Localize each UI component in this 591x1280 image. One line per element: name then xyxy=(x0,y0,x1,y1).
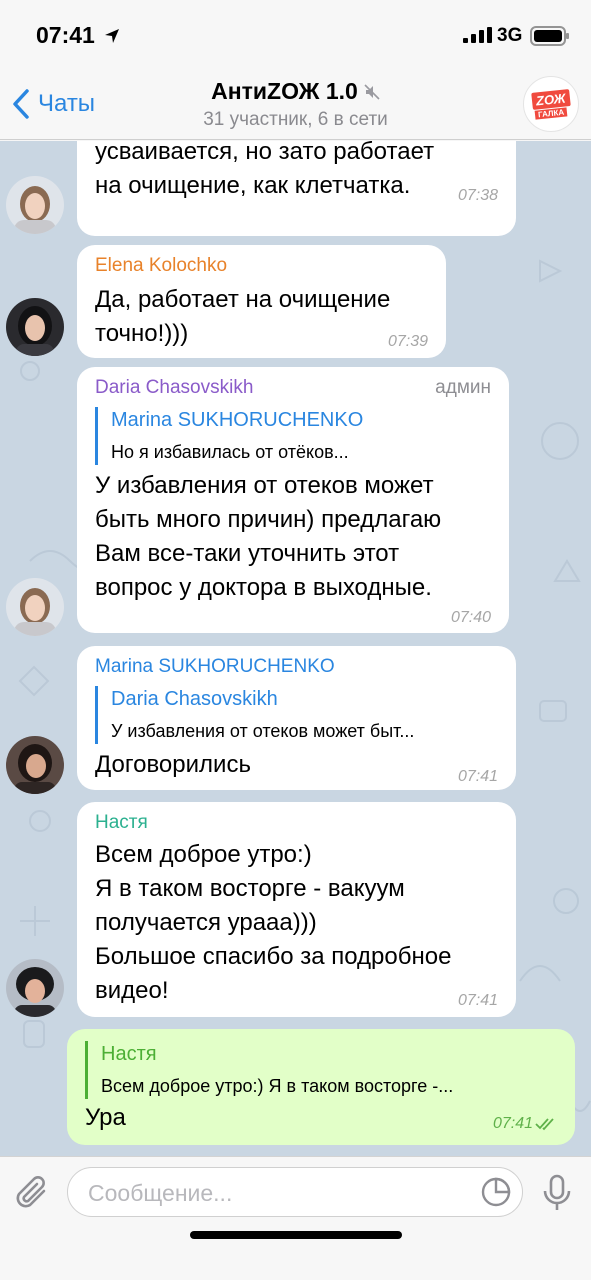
message-text: Всем доброе утро:) xyxy=(95,841,312,868)
network-label: 3G xyxy=(497,25,523,46)
message-input-bar: Сообщение... xyxy=(0,1156,591,1280)
group-avatar[interactable]: ZОЖ ГАЛКА xyxy=(523,76,579,132)
message-bubble[interactable]: Marina SUKHORUCHENKO Daria Chasovskikh У… xyxy=(77,646,516,790)
signal-icon xyxy=(463,27,492,43)
avatar[interactable] xyxy=(6,298,64,356)
reply-sender: Marina SUKHORUCHENKO xyxy=(111,409,364,431)
message-text: Большое спасибо за подробное xyxy=(95,943,452,970)
message-bubble[interactable]: Elena Kolochko Да, работает на очищение … xyxy=(77,245,446,358)
message-time: 07:40 xyxy=(450,609,491,626)
message-text: вопрос у доктора в выходные. xyxy=(95,574,432,601)
status-bar: 07:41 3G xyxy=(0,0,591,68)
reply-sender: Настя xyxy=(101,1043,157,1065)
location-arrow-icon xyxy=(105,29,119,43)
reply-preview[interactable]: Настя Всем доброе утро:) Я в таком восто… xyxy=(85,1041,555,1099)
sticker-icon[interactable] xyxy=(480,1176,512,1208)
message-time-label: 07:41 xyxy=(492,1115,533,1132)
avatar[interactable] xyxy=(6,736,64,794)
sender-name[interactable]: Настя xyxy=(95,812,148,834)
home-indicator xyxy=(190,1231,402,1239)
reply-text: У избавления от отеков может быт... xyxy=(111,721,415,741)
admin-badge: админ xyxy=(435,377,491,398)
message-text: У избавления от отеков может xyxy=(95,472,434,499)
message-text: видео! xyxy=(95,977,169,1004)
chat-title-block[interactable]: АнтиZОЖ 1.0 31 участник, 6 в сети xyxy=(0,78,591,131)
message-bubble[interactable]: Daria Chasovskikh админ Marina SUKHORUCH… xyxy=(77,367,509,633)
message-input[interactable]: Сообщение... xyxy=(67,1167,523,1217)
avatar[interactable] xyxy=(6,959,64,1017)
chat-header: Чаты АнтиZОЖ 1.0 31 участник, 6 в сети Z… xyxy=(0,68,591,140)
message-placeholder: Сообщение... xyxy=(88,1180,233,1206)
logo-text-top: ZОЖ xyxy=(531,88,571,110)
status-time: 07:41 xyxy=(36,22,95,48)
message-time: 07:41 xyxy=(457,768,498,785)
sender-name[interactable]: Marina SUKHORUCHENKO xyxy=(95,656,335,678)
read-checkmarks-icon xyxy=(535,1118,554,1131)
reply-sender: Daria Chasovskikh xyxy=(111,688,278,710)
message-time: 07:41 xyxy=(493,1115,557,1133)
sender-name[interactable]: Daria Chasovskikh xyxy=(95,377,253,399)
reply-preview[interactable]: Daria Chasovskikh У избавления от отеков… xyxy=(95,686,500,744)
sender-name[interactable]: Elena Kolochko xyxy=(95,255,227,277)
outgoing-message-bubble[interactable]: Настя Всем доброе утро:) Я в таком восто… xyxy=(67,1029,575,1145)
message-text: на очищение, как клетчатка. xyxy=(95,172,411,199)
message-time: 07:39 xyxy=(387,333,428,350)
reply-text: Всем доброе утро:) Я в таком восторге -.… xyxy=(101,1076,454,1096)
microphone-icon[interactable] xyxy=(540,1173,574,1213)
avatar[interactable] xyxy=(6,176,64,234)
chat-subtitle: 31 участник, 6 в сети xyxy=(203,109,388,130)
message-time: 07:38 xyxy=(457,187,498,204)
message-text: Вам все-таки уточнить этот xyxy=(95,540,400,567)
battery-icon xyxy=(530,26,569,46)
message-text: Да, работает на очищение xyxy=(95,286,391,313)
message-bubble[interactable]: усваивается, но зато работает на очищени… xyxy=(77,141,516,236)
chat-area[interactable]: усваивается, но зато работает на очищени… xyxy=(0,141,591,1156)
avatar[interactable] xyxy=(6,578,64,636)
message-text: быть много причин) предлагаю xyxy=(95,506,442,533)
message-bubble[interactable]: Настя Всем доброе утро:) Я в таком восто… xyxy=(77,802,516,1017)
paperclip-icon[interactable] xyxy=(14,1173,52,1213)
message-time: 07:41 xyxy=(457,992,498,1009)
mute-icon xyxy=(364,83,380,100)
reply-text: Но я избавилась от отёков... xyxy=(111,442,349,462)
chat-title: АнтиZОЖ 1.0 xyxy=(211,78,358,104)
message-text: Договорились xyxy=(95,751,251,778)
message-text: Я в таком восторге - вакуум xyxy=(95,875,405,902)
reply-preview[interactable]: Marina SUKHORUCHENKO Но я избавилась от … xyxy=(95,407,395,465)
message-text: точно!))) xyxy=(95,320,189,347)
message-text: усваивается, но зато работает xyxy=(95,141,435,165)
message-text: Ура xyxy=(85,1104,126,1131)
message-text: получается урааа))) xyxy=(95,909,317,936)
